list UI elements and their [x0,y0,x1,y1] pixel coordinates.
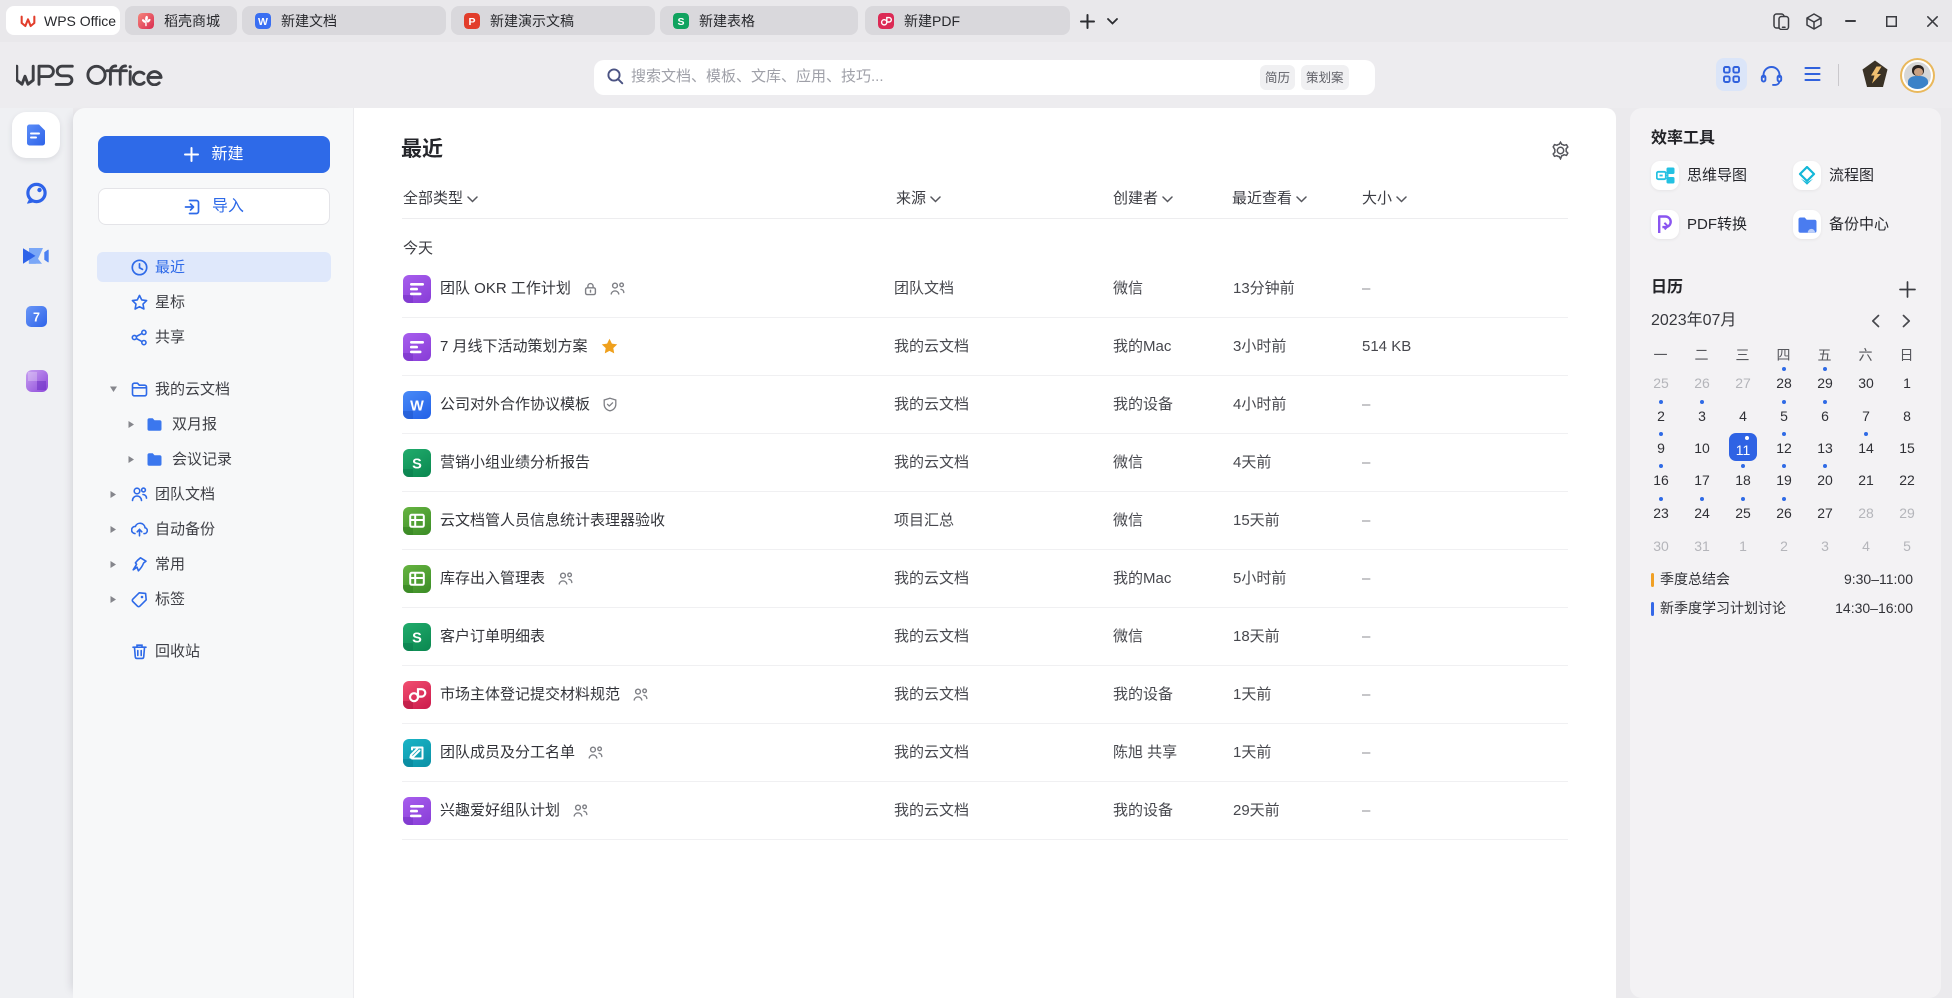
svg-text:P: P [468,16,475,28]
svg-text:S: S [677,16,684,28]
svg-text:S: S [412,631,422,647]
svg-text:W: W [410,399,424,415]
svg-text:S: S [412,457,422,473]
svg-text:W: W [258,16,268,28]
svg-text:7: 7 [33,311,40,325]
